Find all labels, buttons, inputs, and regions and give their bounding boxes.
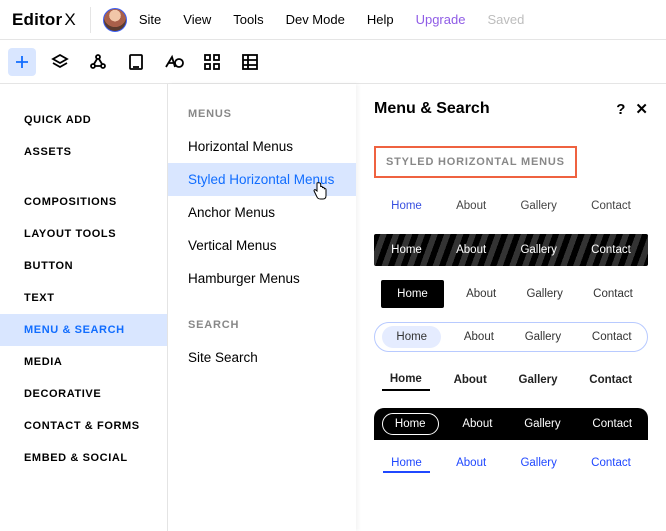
section-title-highlight: STYLED HORIZONTAL MENUS — [374, 146, 577, 178]
menu-item: Contact — [583, 196, 639, 216]
logo-text: Editor — [12, 10, 62, 29]
menu-item: Home — [382, 369, 430, 391]
opt-horizontal-menus[interactable]: Horizontal Menus — [168, 130, 356, 163]
add-tool-icon[interactable] — [8, 48, 36, 76]
help-icon[interactable]: ? — [616, 101, 625, 118]
menu-item: About — [454, 414, 500, 434]
menu-item: About — [456, 327, 502, 347]
sidebar-item-contactforms[interactable]: CONTACT & FORMS — [0, 410, 167, 442]
left-sidebar: QUICK ADD ASSETS COMPOSITIONS LAYOUT TOO… — [0, 84, 168, 531]
menu-devmode[interactable]: Dev Mode — [286, 12, 345, 27]
menu-item: Home — [383, 196, 430, 216]
menu-item: Contact — [585, 284, 641, 304]
menu-item: Contact — [583, 453, 639, 473]
opt-hamburger-menus[interactable]: Hamburger Menus — [168, 262, 356, 295]
menu-item: Home — [381, 280, 444, 308]
preview-4[interactable]: Home About Gallery Contact — [374, 322, 648, 352]
menu-item: Home — [383, 240, 430, 260]
menu-item: Gallery — [517, 327, 569, 347]
sidebar-item-menusearch[interactable]: MENU & SEARCH — [0, 314, 167, 346]
menu-item: About — [448, 240, 494, 260]
opt-label: Styled Horizontal Menus — [188, 172, 334, 187]
sidebar-item-media[interactable]: MEDIA — [0, 346, 167, 378]
design-panel: Menu & Search ? ✕ STYLED HORIZONTAL MENU… — [356, 84, 666, 531]
menu-help[interactable]: Help — [367, 12, 394, 27]
preview-6[interactable]: Home About Gallery Contact — [374, 408, 648, 440]
menu-item: About — [448, 196, 494, 216]
menu-item: Contact — [584, 327, 640, 347]
menu-item: About — [446, 370, 495, 390]
app-logo: EditorX — [12, 10, 90, 30]
previews: Home About Gallery Contact Home About Ga… — [356, 190, 666, 474]
opt-vertical-menus[interactable]: Vertical Menus — [168, 229, 356, 262]
close-icon[interactable]: ✕ — [635, 100, 648, 118]
preview-2[interactable]: Home About Gallery Contact — [374, 234, 648, 266]
menu-item: Gallery — [516, 414, 568, 434]
divider — [90, 7, 91, 33]
menu-item: Home — [382, 326, 441, 348]
sidebar-item-layouttools[interactable]: LAYOUT TOOLS — [0, 218, 167, 250]
sidebar-item-text[interactable]: TEXT — [0, 282, 167, 314]
sidebar-item-quickadd[interactable]: QUICK ADD — [0, 104, 167, 136]
tool-row — [0, 40, 666, 84]
menu-item: Contact — [581, 370, 640, 390]
share-tool-icon[interactable] — [84, 48, 112, 76]
preview-5[interactable]: Home About Gallery Contact — [374, 364, 648, 396]
menu-view[interactable]: View — [183, 12, 211, 27]
table-icon[interactable] — [236, 48, 264, 76]
panel-actions: ? ✕ — [616, 100, 648, 118]
panel-header: Menu & Search ? ✕ — [356, 84, 666, 132]
sub-panel: MENUS Horizontal Menus Styled Horizontal… — [168, 84, 356, 531]
menu-item: Contact — [583, 240, 639, 260]
menu-upgrade[interactable]: Upgrade — [416, 12, 466, 27]
preview-7[interactable]: Home About Gallery Contact — [374, 452, 648, 474]
opt-site-search[interactable]: Site Search — [168, 341, 356, 374]
menu-item: Home — [383, 453, 430, 473]
menu-item: Gallery — [512, 453, 564, 473]
menu-item: Gallery — [518, 284, 570, 304]
page-tool-icon[interactable] — [122, 48, 150, 76]
subpanel-group-search: SEARCH — [168, 295, 356, 341]
menu-item: Gallery — [511, 370, 566, 390]
menu-item: Gallery — [512, 240, 564, 260]
menu-bar: Site View Tools Dev Mode Help Upgrade Sa… — [139, 12, 524, 27]
theme-tool-icon[interactable] — [160, 48, 188, 76]
logo-suffix: X — [64, 10, 76, 29]
subpanel-group-menus: MENUS — [168, 84, 356, 130]
layers-tool-icon[interactable] — [46, 48, 74, 76]
menu-item: About — [458, 284, 504, 304]
body: QUICK ADD ASSETS COMPOSITIONS LAYOUT TOO… — [0, 84, 666, 531]
sidebar-item-button[interactable]: BUTTON — [0, 250, 167, 282]
sidebar-item-embedsocial[interactable]: EMBED & SOCIAL — [0, 442, 167, 474]
preview-3[interactable]: Home About Gallery Contact — [374, 278, 648, 310]
opt-styled-horizontal-menus[interactable]: Styled Horizontal Menus — [168, 163, 356, 196]
grid-icon[interactable] — [198, 48, 226, 76]
menu-item: Home — [382, 413, 439, 435]
section-title: STYLED HORIZONTAL MENUS — [376, 148, 575, 176]
avatar[interactable] — [103, 8, 127, 32]
sidebar-item-assets[interactable]: ASSETS — [0, 136, 167, 168]
menu-site[interactable]: Site — [139, 12, 161, 27]
panel-title: Menu & Search — [374, 100, 490, 118]
menu-item: About — [448, 453, 494, 473]
menu-saved: Saved — [487, 12, 524, 27]
opt-anchor-menus[interactable]: Anchor Menus — [168, 196, 356, 229]
sidebar-item-decorative[interactable]: DECORATIVE — [0, 378, 167, 410]
menu-item: Gallery — [512, 196, 564, 216]
top-bar: EditorX Site View Tools Dev Mode Help Up… — [0, 0, 666, 40]
menu-tools[interactable]: Tools — [233, 12, 263, 27]
sidebar-item-compositions[interactable]: COMPOSITIONS — [0, 186, 167, 218]
menu-item: Contact — [584, 414, 640, 434]
preview-1[interactable]: Home About Gallery Contact — [374, 190, 648, 222]
